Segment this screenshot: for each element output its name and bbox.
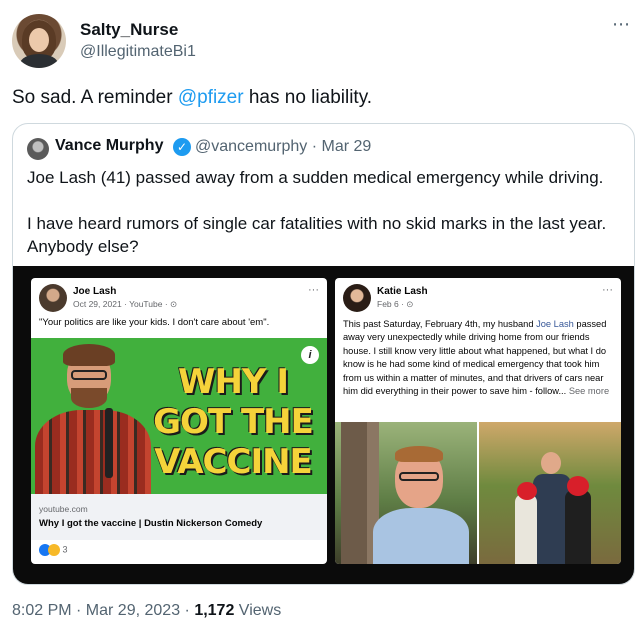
author-avatar[interactable] [12,14,66,68]
views-count: 1,172 [194,602,235,619]
photo-family [479,422,621,564]
card2-text-before: This past Saturday, February 4th, my hus… [343,319,537,329]
card2-text: This past Saturday, February 4th, my hus… [343,318,618,398]
card1-more-icon: ··· [308,284,319,296]
author-display-name[interactable]: Salty_Nurse [80,20,178,40]
quoted-author-avatar[interactable] [27,138,49,160]
more-options-icon[interactable]: ⋯ [612,14,631,35]
joe-lash-avatar [39,284,67,312]
card2-text-after: passed away very unexpectedly while driv… [343,319,607,397]
see-more-link: See more [568,386,610,397]
video-thumbnail: WHY I GOT THE VACCINE i [31,338,327,494]
comedian-figure [31,338,151,494]
link-domain: youtube.com [39,504,88,514]
card1-name: Joe Lash [73,286,117,297]
quoted-text: Joe Lash (41) passed away from a sudden … [27,166,627,281]
card2-name: Katie Lash [377,286,428,297]
verified-badge-icon: ✓ [173,138,191,156]
card1-meta: Oct 29, 2021 · YouTube · ⊙ [73,299,178,309]
reaction-count: 3 [62,544,68,555]
tweet-text-after: has no liability. [243,87,373,108]
views-label: Views [234,602,282,619]
facebook-post-card-1: Joe Lash Oct 29, 2021 · YouTube · ⊙ ··· … [31,278,327,564]
tweet: Salty_Nurse @IllegitimateBi1 ⋯ So sad. A… [0,0,644,627]
card1-text: "Your politics are like your kids. I don… [39,317,270,328]
link-preview: youtube.com Why I got the vaccine | Dust… [31,494,327,540]
facebook-post-card-2: Katie Lash Feb 6 · ⊙ ··· This past Satur… [335,278,621,564]
video-title-overlay: WHY I GOT THE VACCINE [153,362,314,482]
card2-name-link: Joe Lash [536,319,574,329]
reactions-row: 3 [39,544,68,556]
info-icon: i [301,346,319,364]
card2-more-icon: ··· [602,284,613,296]
author-handle[interactable]: @IllegitimateBi1 [80,43,196,61]
photo-man-portrait [335,422,477,564]
quoted-tweet[interactable]: Vance Murphy ✓ @vancemurphy · Mar 29 Joe… [12,123,635,585]
tweet-text: So sad. A reminder @pfizer has no liabil… [12,86,632,110]
timestamp[interactable]: 8:02 PM · Mar 29, 2023 · [12,602,194,619]
card2-meta: Feb 6 · ⊙ [377,299,414,309]
katie-lash-avatar [343,284,371,312]
link-title: Why I got the vaccine | Dustin Nickerson… [39,518,263,529]
quoted-paragraph-2: I have heard rumors of single car fatali… [27,214,607,256]
quoted-handle-date[interactable]: @vancemurphy · Mar 29 [195,138,371,156]
quoted-author-name[interactable]: Vance Murphy [55,137,163,155]
haha-reaction-icon [48,544,60,556]
quoted-paragraph-1: Joe Lash (41) passed away from a sudden … [27,168,604,187]
tweet-text-before: So sad. A reminder [12,87,178,108]
mention-link[interactable]: @pfizer [178,87,244,108]
tweet-footer: 8:02 PM · Mar 29, 2023 · 1,172 Views [12,602,281,620]
quoted-media-image[interactable]: Joe Lash Oct 29, 2021 · YouTube · ⊙ ··· … [13,266,634,584]
